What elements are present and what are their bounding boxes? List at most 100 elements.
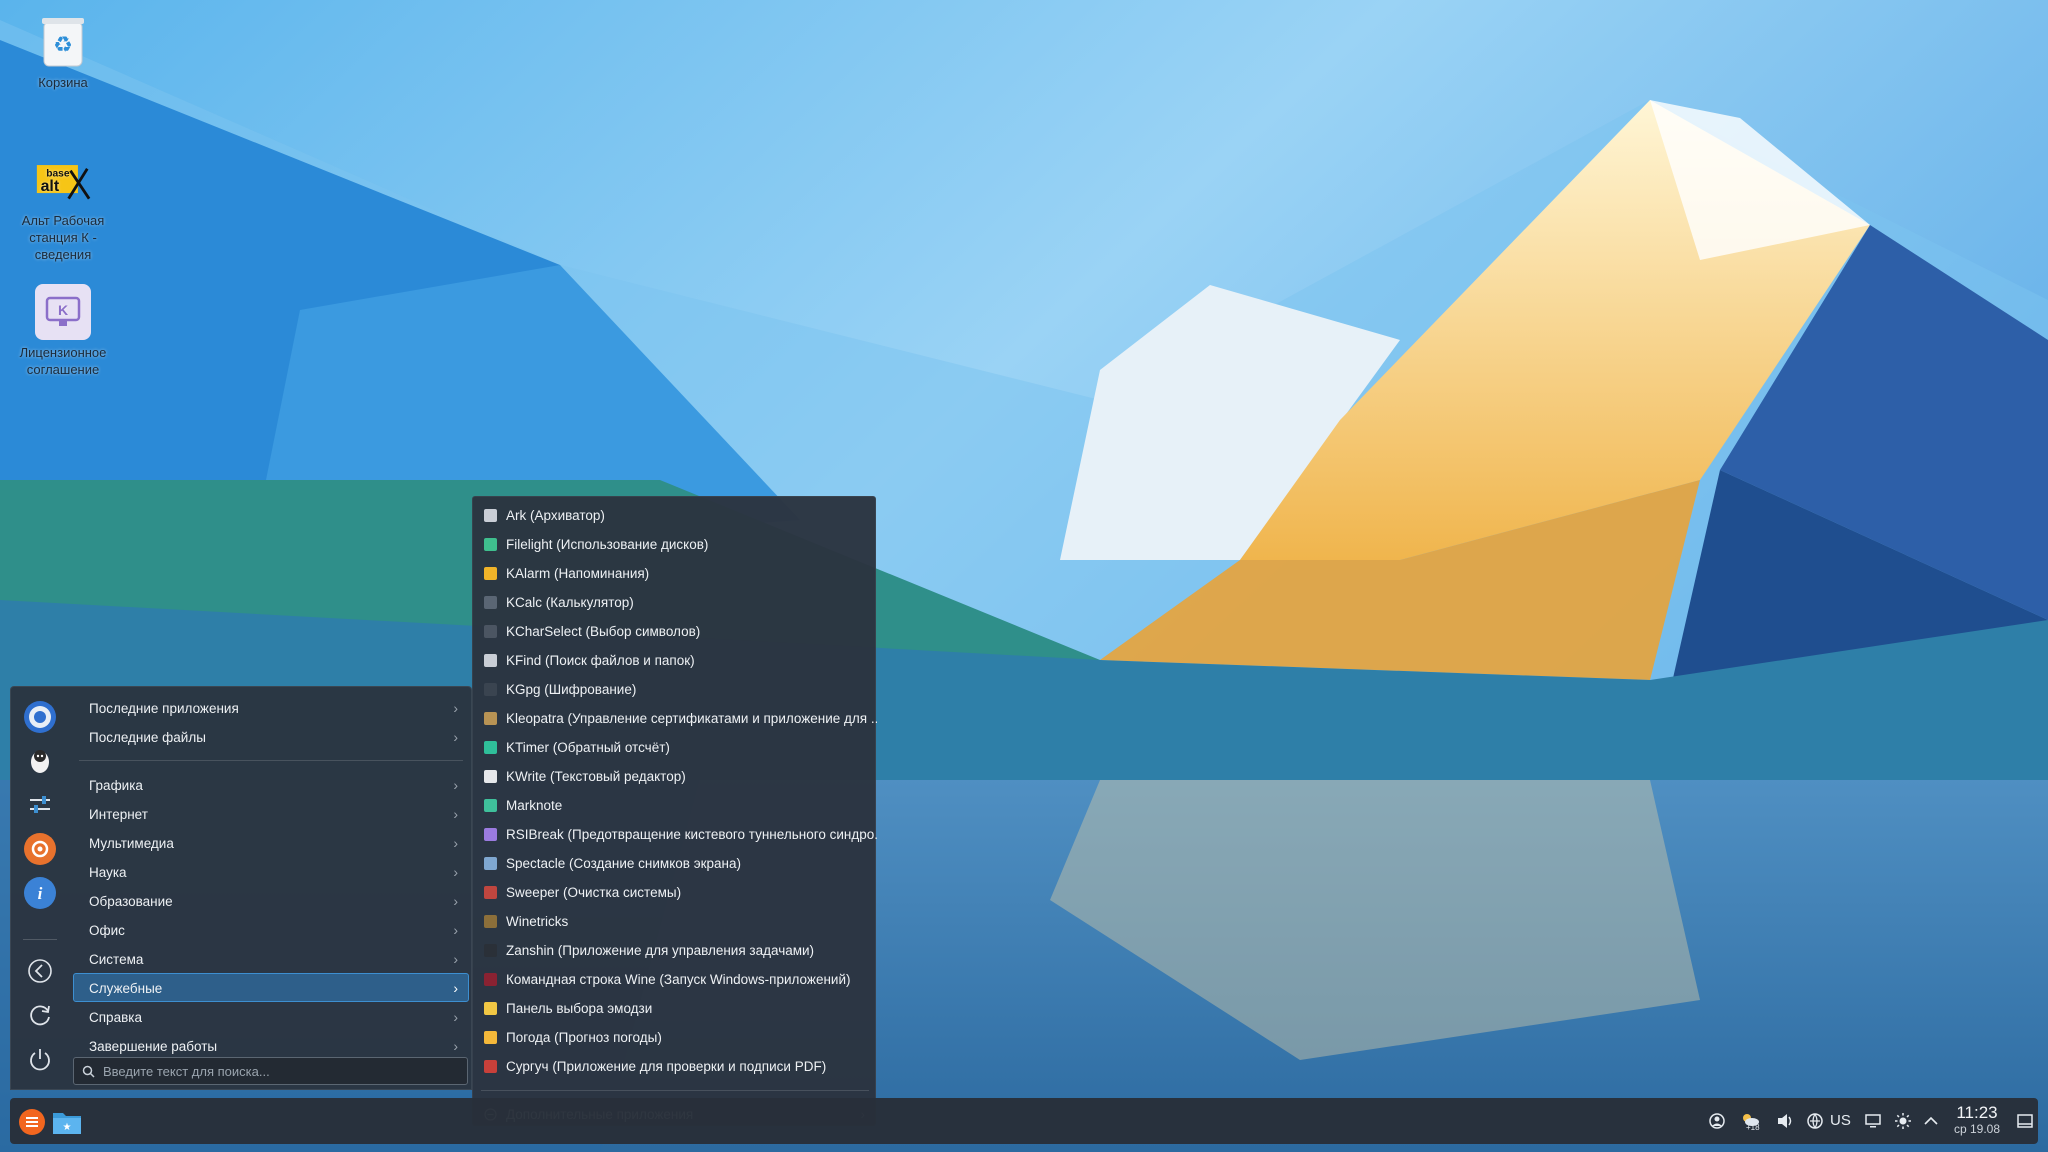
menu-divider xyxy=(79,760,463,761)
chevron-right-icon: › xyxy=(453,835,458,851)
power-icon[interactable] xyxy=(24,1043,56,1075)
chevron-right-icon: › xyxy=(453,1009,458,1025)
submenu-app-item[interactable]: RSIBreak (Предотвращение кистевого тунне… xyxy=(473,820,877,849)
back-icon[interactable] xyxy=(24,955,56,987)
clock-date: ср 19.08 xyxy=(1953,1122,2001,1136)
chevron-right-icon: › xyxy=(453,922,458,938)
submenu-app-item[interactable]: Spectacle (Создание снимков экрана) xyxy=(473,849,877,878)
chevron-right-icon: › xyxy=(453,893,458,909)
submenu-app-label: Командная строка Wine (Запуск Windows-пр… xyxy=(506,972,851,987)
trash-icon: ♻ xyxy=(35,14,91,70)
submenu-app-item[interactable]: KCalc (Калькулятор) xyxy=(473,588,877,617)
app-launcher-button[interactable] xyxy=(17,1107,47,1137)
taskbar-file-manager[interactable]: ★ xyxy=(52,1107,82,1137)
search-icon xyxy=(484,654,497,667)
basealt-logo-icon: base alt xyxy=(35,152,91,208)
desktop-icon-trash[interactable]: ♻ Корзина xyxy=(8,14,118,91)
menu-category-office[interactable]: Офис › xyxy=(73,915,469,944)
chevron-right-icon: › xyxy=(453,951,458,967)
submenu-app-item[interactable]: KGpg (Шифрование) xyxy=(473,675,877,704)
penguin-icon[interactable] xyxy=(24,745,56,777)
screenshot-icon xyxy=(484,857,497,870)
menu-category-internet[interactable]: Интернет › xyxy=(73,799,469,828)
submenu-app-item[interactable]: Панель выбора эмодзи xyxy=(473,994,877,1023)
info-icon[interactable]: i xyxy=(24,877,56,909)
network-icon[interactable] xyxy=(1804,1110,1826,1132)
svg-text:i: i xyxy=(38,884,43,903)
submenu-app-item[interactable]: Командная строка Wine (Запуск Windows-пр… xyxy=(473,965,877,994)
submenu-app-item[interactable]: KTimer (Обратный отсчёт) xyxy=(473,733,877,762)
chromium-icon[interactable] xyxy=(24,701,56,733)
submenu-app-item[interactable]: Zanshin (Приложение для управления задач… xyxy=(473,936,877,965)
submenu-app-item[interactable]: KWrite (Текстовый редактор) xyxy=(473,762,877,791)
archive-icon xyxy=(484,509,497,522)
submenu-app-label: Marknote xyxy=(506,798,563,813)
svg-text:★: ★ xyxy=(63,1122,72,1133)
menu-category-utilities[interactable]: Служебные › xyxy=(73,973,469,1002)
menu-category-science[interactable]: Наука › xyxy=(73,857,469,886)
brightness-icon[interactable] xyxy=(1892,1110,1914,1132)
submenu-app-item[interactable]: Sweeper (Очистка системы) xyxy=(473,878,877,907)
submenu-app-item[interactable]: KAlarm (Напоминания) xyxy=(473,559,877,588)
sun-icon xyxy=(484,1031,497,1044)
menu-category-list: Последние приложения › Последние файлы › Г… xyxy=(73,693,469,1060)
winetricks-icon xyxy=(484,915,497,928)
broom-icon xyxy=(484,886,497,899)
menu-category-graphics[interactable]: Графика › xyxy=(73,770,469,799)
menu-search-box[interactable] xyxy=(73,1057,468,1085)
submenu-app-label: Winetricks xyxy=(506,914,569,929)
submenu-app-item[interactable]: Filelight (Использование дисков) xyxy=(473,530,877,559)
search-input[interactable] xyxy=(103,1063,443,1079)
submenu-app-label: KWrite (Текстовый редактор) xyxy=(506,769,686,784)
desktop-icon-license[interactable]: K Лицензионное соглашение xyxy=(8,284,118,378)
menu-category-recent-files[interactable]: Последние файлы › xyxy=(73,722,469,751)
desktop-icon-about[interactable]: base alt Альт Рабочая станция К - сведени… xyxy=(8,152,118,263)
menu-category-label: Наука xyxy=(89,865,127,880)
weather-icon[interactable]: +18 xyxy=(1736,1110,1764,1132)
wine-icon xyxy=(484,973,497,986)
svg-text:alt: alt xyxy=(41,178,60,195)
submenu-app-item[interactable]: Ark (Архиватор) xyxy=(473,501,877,530)
chevron-right-icon: › xyxy=(453,777,458,793)
svg-text:♻: ♻ xyxy=(53,32,73,57)
submenu-app-label: Погода (Прогноз погоды) xyxy=(506,1030,662,1045)
submenu-app-item[interactable]: Winetricks xyxy=(473,907,877,936)
menu-category-recent-apps[interactable]: Последние приложения › xyxy=(73,693,469,722)
submenu-app-item[interactable]: Сургуч (Приложение для проверки и подпис… xyxy=(473,1052,877,1081)
digital-clock[interactable]: 11:23 ср 19.08 xyxy=(1937,1104,2017,1138)
text-editor-icon xyxy=(484,770,497,783)
submenu-app-item[interactable]: KCharSelect (Выбор символов) xyxy=(473,617,877,646)
keyboard-layout-indicator[interactable]: US xyxy=(1830,1112,1851,1129)
svg-text:K: K xyxy=(58,302,68,318)
timer-icon xyxy=(484,741,497,754)
menu-category-system[interactable]: Система › xyxy=(73,944,469,973)
submenu-app-item[interactable]: Погода (Прогноз погоды) xyxy=(473,1023,877,1052)
utilities-submenu: Ark (Архиватор) Filelight (Использование … xyxy=(472,496,877,1126)
clock-time: 11:23 xyxy=(1956,1103,1998,1122)
refresh-icon[interactable] xyxy=(24,999,56,1031)
menu-category-help[interactable]: Справка › xyxy=(73,1002,469,1031)
submenu-app-label: Kleopatra (Управление сертификатами и пр… xyxy=(506,711,877,726)
submenu-app-item[interactable]: KFind (Поиск файлов и папок) xyxy=(473,646,877,675)
ubuntu-style-icon[interactable] xyxy=(24,833,56,865)
certificate-icon xyxy=(484,712,497,725)
show-desktop-icon[interactable] xyxy=(2014,1110,2036,1132)
vpn-icon[interactable] xyxy=(1706,1110,1728,1132)
submenu-app-label: KCalc (Калькулятор) xyxy=(506,595,634,610)
notes-icon xyxy=(484,799,497,812)
display-icon[interactable] xyxy=(1862,1110,1884,1132)
submenu-app-item[interactable]: Kleopatra (Управление сертификатами и пр… xyxy=(473,704,877,733)
menu-category-label: Интернет xyxy=(89,807,148,822)
volume-icon[interactable] xyxy=(1774,1110,1796,1132)
submenu-app-item[interactable]: Marknote xyxy=(473,791,877,820)
emoji-icon xyxy=(484,1002,497,1015)
app-launcher-icon xyxy=(19,1109,45,1135)
submenu-app-label: Spectacle (Создание снимков экрана) xyxy=(506,856,741,871)
menu-category-education[interactable]: Образование › xyxy=(73,886,469,915)
submenu-app-label: KGpg (Шифрование) xyxy=(506,682,637,697)
settings-sliders-icon[interactable] xyxy=(24,789,56,821)
menu-category-label: Система xyxy=(89,952,144,967)
menu-category-shutdown[interactable]: Завершение работы › xyxy=(73,1031,469,1060)
calculator-icon xyxy=(484,596,497,609)
menu-category-multimedia[interactable]: Мультимедиа › xyxy=(73,828,469,857)
